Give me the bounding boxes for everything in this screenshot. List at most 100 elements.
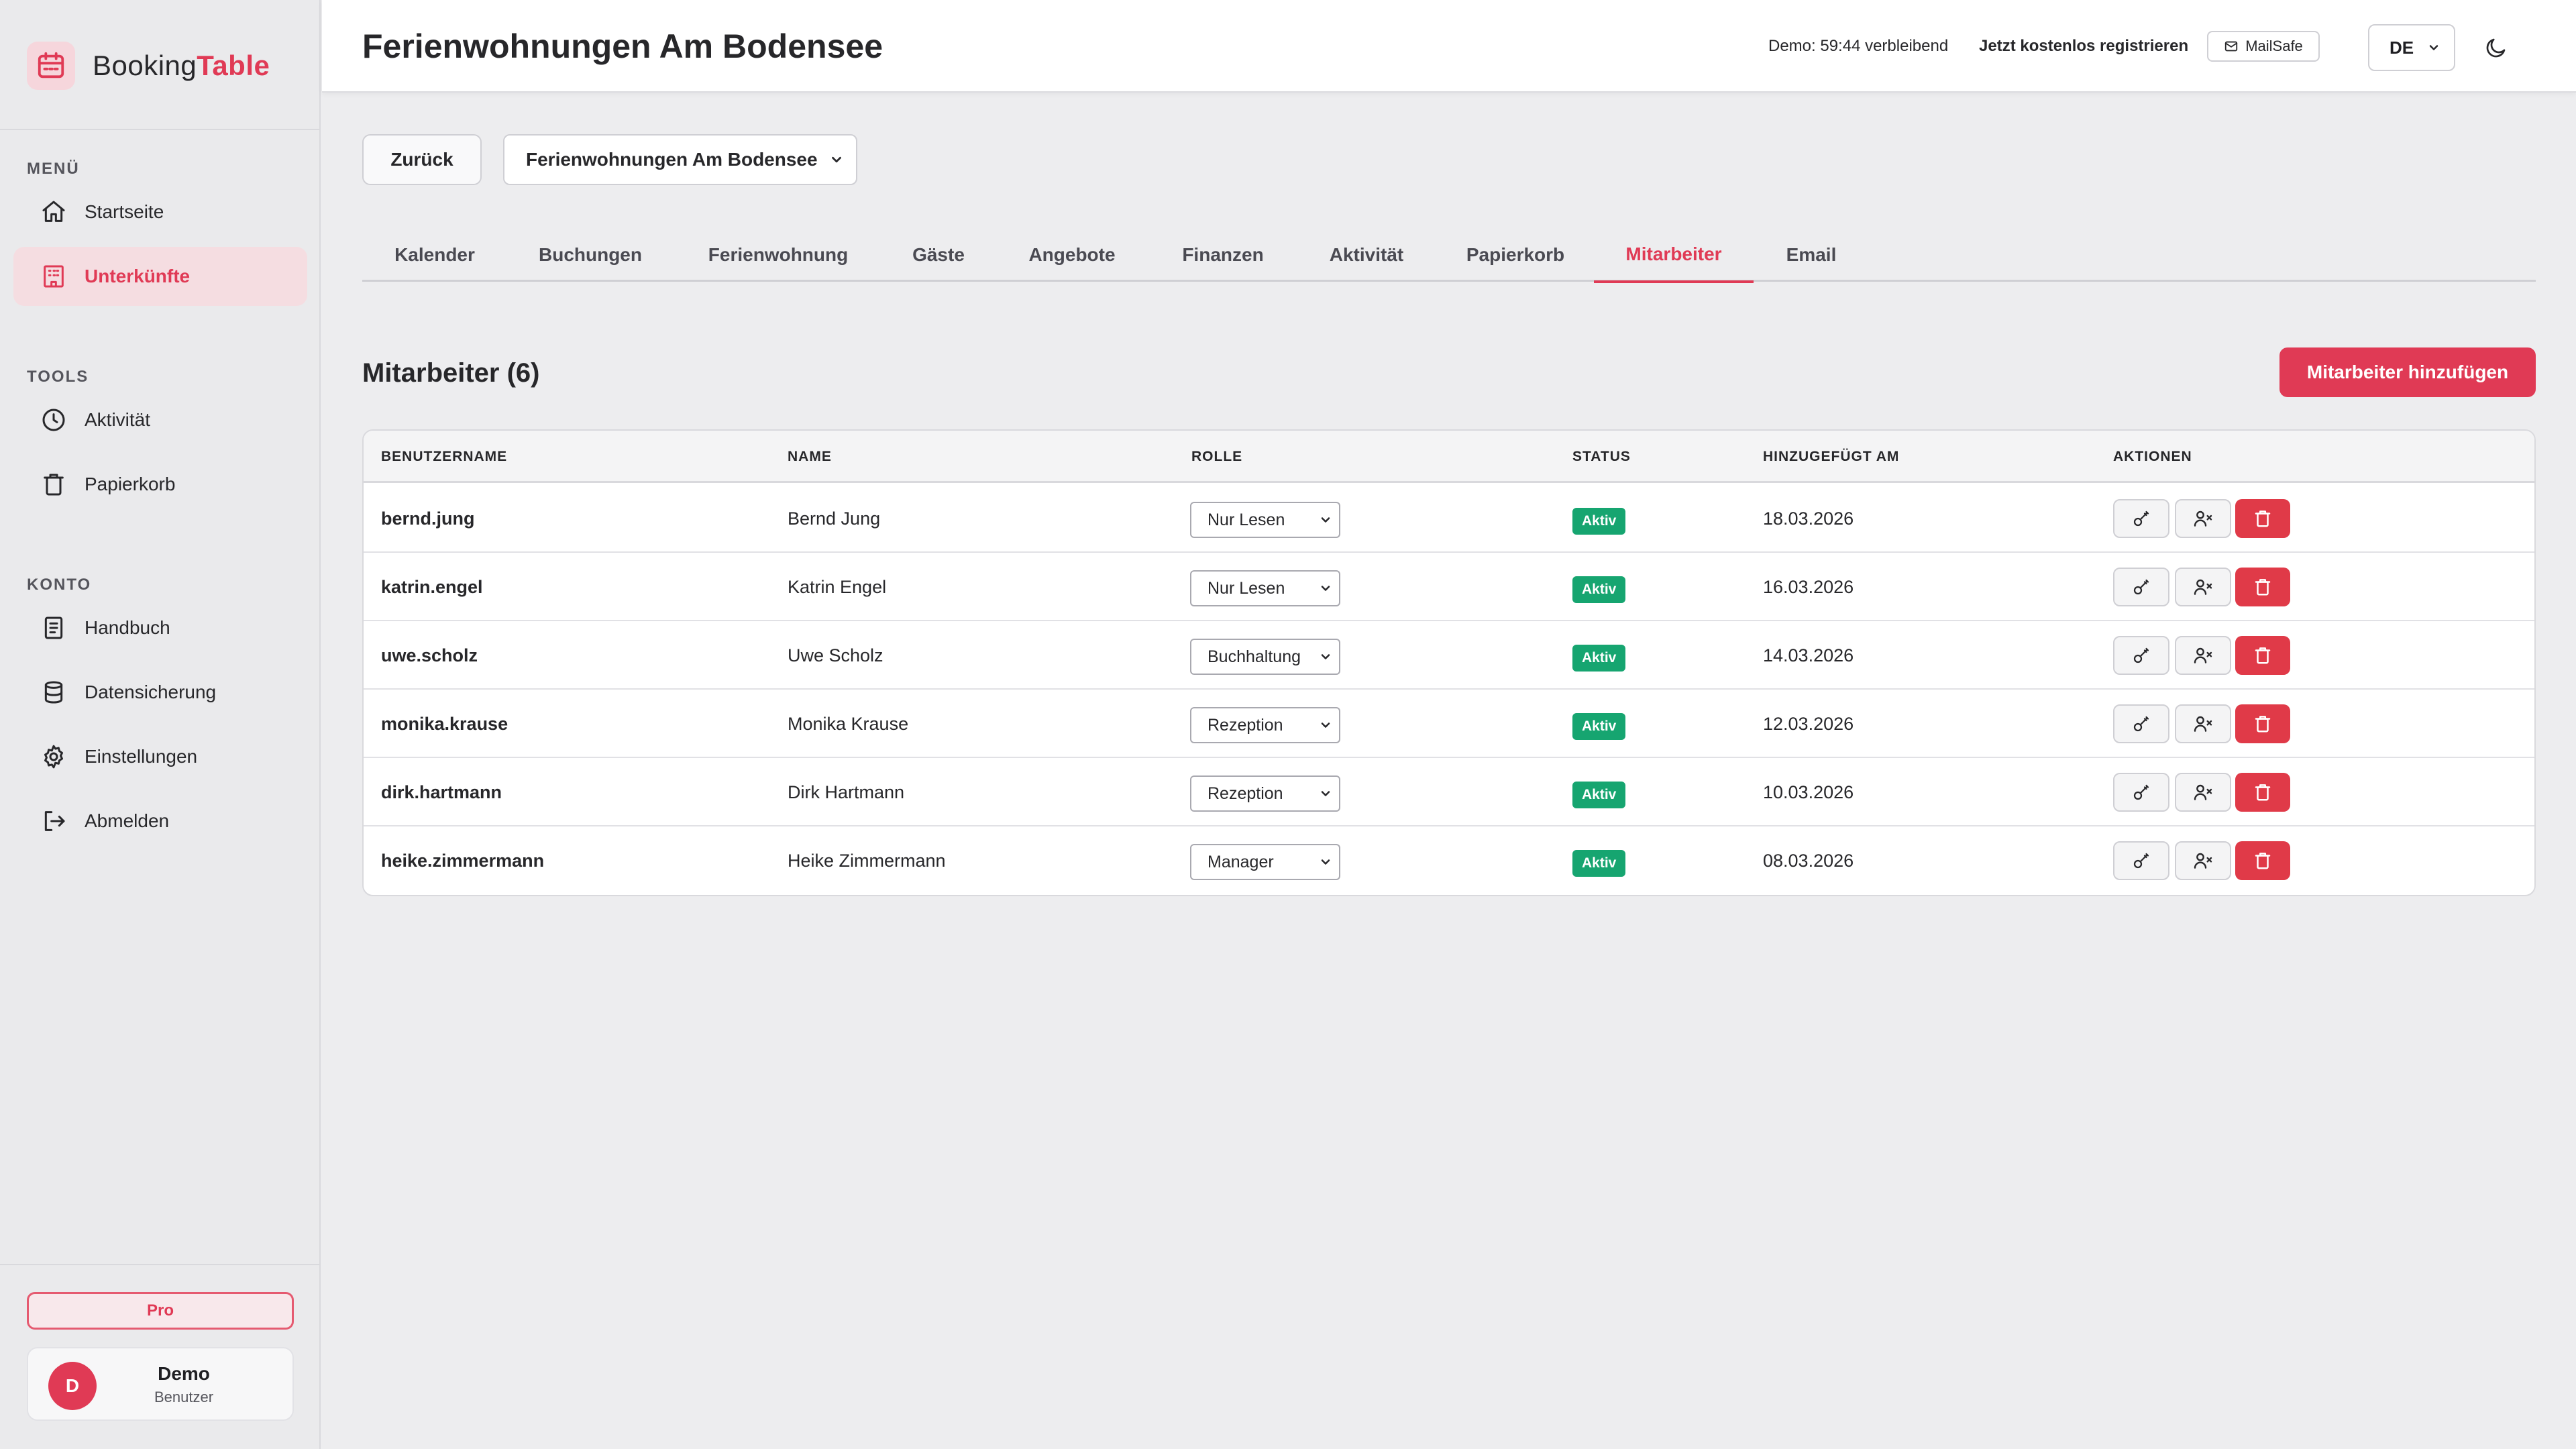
tools-section-title: TOOLS — [27, 368, 89, 386]
role-value: Nur Lesen — [1208, 578, 1285, 598]
column-header: ROLLE — [1191, 449, 1243, 464]
key-icon — [2133, 784, 2149, 800]
sidebar-item-startseite[interactable]: Startseite — [13, 182, 307, 241]
trash-icon — [2255, 511, 2271, 527]
register-link[interactable]: Jetzt kostenlos registrieren — [1979, 37, 2188, 56]
sidebar-item-papierkorb[interactable]: Papierkorb — [13, 455, 307, 514]
page-title: Ferienwohnungen Am Bodensee — [362, 28, 883, 65]
table-row: bernd.jung Bernd Jung Nur Lesen Aktiv 18.03.… — [364, 484, 2534, 553]
column-header: STATUS — [1572, 449, 1631, 464]
calendar-logo-icon — [27, 42, 75, 90]
tab-aktivitaet[interactable]: Aktivität — [1296, 228, 1437, 282]
delete-staff-button[interactable] — [2235, 704, 2290, 743]
sidebar: BookingTable MENÜ Startseite Unterkünfte… — [0, 0, 321, 1449]
property-select-value: Ferienwohnungen Am Bodensee — [526, 149, 818, 170]
delete-staff-button[interactable] — [2235, 636, 2290, 675]
trash-icon — [2255, 579, 2271, 596]
remove-access-button[interactable] — [2175, 773, 2231, 812]
reset-password-button[interactable] — [2113, 841, 2169, 880]
user-remove-icon — [2194, 853, 2212, 869]
added-date-cell: 14.03.2026 — [1763, 645, 1854, 665]
theme-toggle-button[interactable] — [2479, 31, 2513, 64]
sidebar-item-abmelden[interactable]: Abmelden — [13, 792, 307, 851]
tab-buchungen[interactable]: Buchungen — [507, 228, 674, 282]
table-row: monika.krause Monika Krause Rezeption Aktiv… — [364, 690, 2534, 758]
tab-finanzen[interactable]: Finanzen — [1150, 228, 1296, 282]
remove-access-button[interactable] — [2175, 568, 2231, 606]
status-badge: Aktiv — [1572, 645, 1626, 672]
mailsafe-button[interactable]: MailSafe — [2207, 31, 2320, 62]
role-value: Rezeption — [1208, 784, 1283, 803]
sidebar-item-handbuch[interactable]: Handbuch — [13, 598, 307, 657]
table-row: katrin.engel Katrin Engel Nur Lesen Aktiv 16… — [364, 553, 2534, 621]
trash-icon — [2255, 716, 2271, 733]
tab-email[interactable]: Email — [1754, 228, 1869, 282]
user-remove-icon — [2194, 647, 2212, 663]
sidebar-item-datensicherung[interactable]: Datensicherung — [13, 663, 307, 722]
gear-icon — [44, 745, 63, 769]
delete-staff-button[interactable] — [2235, 773, 2290, 812]
role-select[interactable]: Buchhaltung — [1190, 639, 1340, 675]
remove-access-button[interactable] — [2175, 636, 2231, 675]
chevron-down-icon — [1321, 791, 1330, 796]
staff-table: BENUTZERNAME NAME ROLLE STATUS HINZUGEFÜ… — [362, 429, 2536, 896]
language-select[interactable]: DE — [2368, 24, 2455, 71]
reset-password-button[interactable] — [2113, 704, 2169, 743]
column-header: NAME — [788, 449, 832, 464]
reset-password-button[interactable] — [2113, 568, 2169, 606]
remove-access-button[interactable] — [2175, 704, 2231, 743]
add-staff-button[interactable]: Mitarbeiter hinzufügen — [2279, 347, 2536, 397]
name-cell: Dirk Hartmann — [788, 782, 905, 802]
remove-access-button[interactable] — [2175, 499, 2231, 538]
table-row: uwe.scholz Uwe Scholz Buchhaltung Aktiv 14.0… — [364, 621, 2534, 690]
tab-angebote[interactable]: Angebote — [994, 228, 1150, 282]
chevron-down-icon — [1321, 586, 1330, 591]
tab-gaeste[interactable]: Gäste — [883, 228, 994, 282]
role-select[interactable]: Nur Lesen — [1190, 570, 1340, 606]
sidebar-item-label: Einstellungen — [85, 746, 198, 767]
role-select[interactable]: Rezeption — [1190, 775, 1340, 812]
tab-papierkorb[interactable]: Papierkorb — [1437, 228, 1594, 282]
clock-icon — [42, 409, 65, 431]
tab-mitarbeiter[interactable]: Mitarbeiter — [1594, 228, 1754, 283]
name-cell: Bernd Jung — [788, 508, 881, 529]
chevron-down-icon — [1321, 654, 1330, 659]
user-card[interactable]: D Demo Benutzer — [27, 1347, 294, 1421]
table-header: BENUTZERNAME NAME ROLLE STATUS HINZUGEFÜ… — [364, 431, 2534, 483]
role-select[interactable]: Rezeption — [1190, 707, 1340, 743]
brand-logo[interactable]: BookingTable — [27, 40, 270, 91]
sidebar-item-aktivitaet[interactable]: Aktivität — [13, 390, 307, 449]
user-name: Demo — [158, 1363, 210, 1384]
mail-icon — [2225, 41, 2238, 52]
tab-ferienwohnung[interactable]: Ferienwohnung — [674, 228, 883, 282]
delete-staff-button[interactable] — [2235, 499, 2290, 538]
delete-staff-button[interactable] — [2235, 841, 2290, 880]
trash-icon — [2255, 647, 2271, 664]
sidebar-item-label: Unterkünfte — [85, 266, 191, 286]
reset-password-button[interactable] — [2113, 773, 2169, 812]
reset-password-button[interactable] — [2113, 636, 2169, 675]
chevron-down-icon — [2429, 45, 2438, 50]
property-select[interactable]: Ferienwohnungen Am Bodensee — [503, 134, 857, 185]
trash-icon — [44, 474, 64, 496]
sidebar-item-unterkuenfte[interactable]: Unterkünfte — [13, 247, 307, 306]
sidebar-item-label: Datensicherung — [85, 682, 217, 702]
user-remove-icon — [2194, 784, 2212, 800]
added-date-cell: 18.03.2026 — [1763, 508, 1854, 529]
username-cell: uwe.scholz — [381, 645, 478, 665]
key-icon — [2133, 853, 2149, 869]
sidebar-item-einstellungen[interactable]: Einstellungen — [13, 727, 307, 786]
sidebar-item-label: Aktivität — [85, 409, 151, 430]
key-icon — [2133, 716, 2149, 732]
pro-plan-badge[interactable]: Pro — [27, 1292, 294, 1330]
role-select[interactable]: Nur Lesen — [1190, 502, 1340, 538]
role-select[interactable]: Manager — [1190, 844, 1340, 880]
delete-staff-button[interactable] — [2235, 568, 2290, 606]
table-row: dirk.hartmann Dirk Hartmann Rezeption Aktiv… — [364, 758, 2534, 826]
user-remove-icon — [2194, 716, 2212, 732]
remove-access-button[interactable] — [2175, 841, 2231, 880]
added-date-cell: 12.03.2026 — [1763, 714, 1854, 734]
reset-password-button[interactable] — [2113, 499, 2169, 538]
back-button[interactable]: Zurück — [362, 134, 482, 185]
tab-kalender[interactable]: Kalender — [362, 228, 507, 282]
